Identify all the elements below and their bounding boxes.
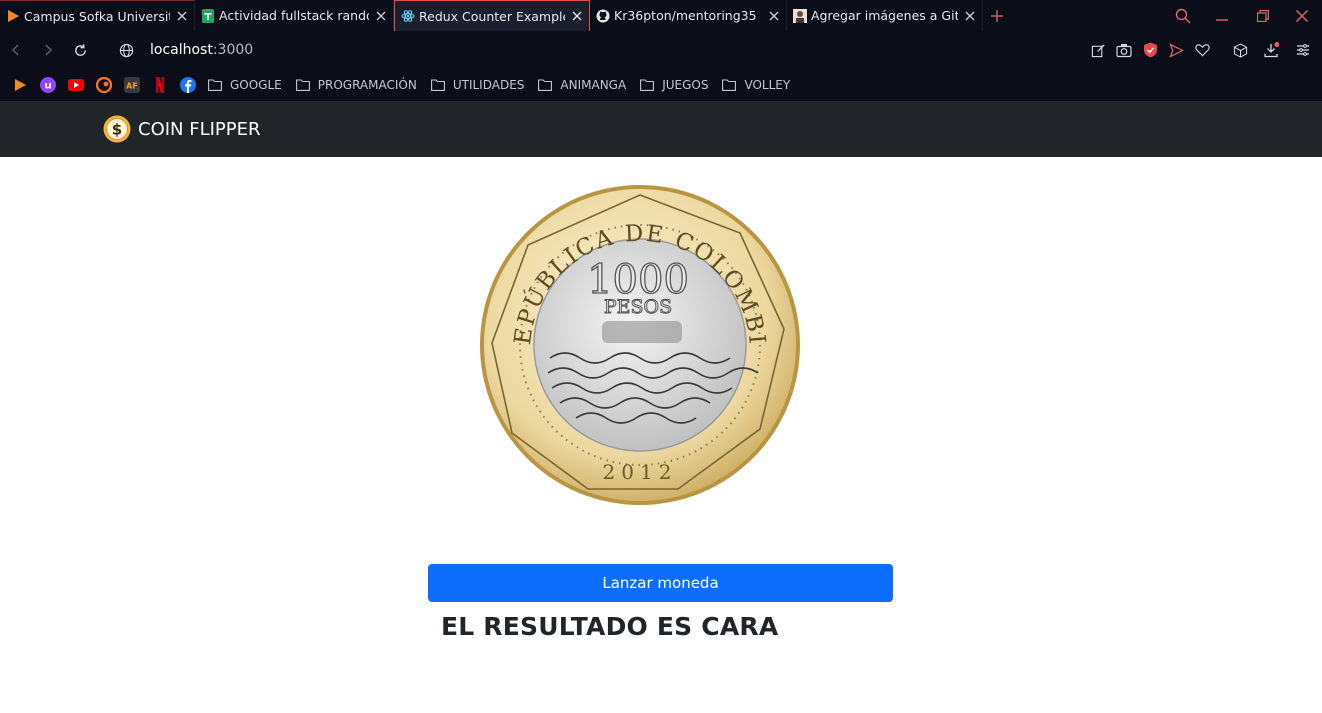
svg-text:AF: AF: [126, 82, 138, 91]
bookmark-folder-label: PROGRAMACIÓN: [317, 78, 417, 92]
crunchyroll-icon[interactable]: [96, 77, 112, 93]
tab-redux-counter[interactable]: Redux Counter Example: [394, 0, 590, 31]
site-info-button[interactable]: [110, 35, 142, 65]
new-tab-button[interactable]: [983, 0, 1011, 31]
tab-title: Redux Counter Example: [419, 8, 565, 24]
tab-agregar-imagenes[interactable]: Agregar imágenes a GitHub: [787, 0, 983, 31]
edit-icon: [1091, 43, 1105, 57]
bookmark-folder-juegos[interactable]: JUEGOS: [640, 78, 708, 92]
url-port: :3000: [212, 42, 254, 58]
downloads-button[interactable]: [1258, 37, 1284, 63]
folder-icon: [295, 79, 310, 91]
svg-text:$: $: [112, 121, 122, 139]
folder-icon: [208, 79, 222, 91]
close-icon[interactable]: [571, 10, 583, 22]
bookmark-folder-label: ANIMANGA: [560, 78, 627, 92]
send-icon: [1168, 42, 1184, 58]
bookmark-folder-label: UTILIDADES: [452, 78, 525, 92]
result-text: EL RESULTADO ES CARA: [441, 612, 779, 641]
tab-title: Kr36pton/mentoring35: [614, 8, 757, 23]
dollar-coin-icon: $: [103, 115, 131, 143]
folder-icon: [640, 79, 655, 91]
youtube-icon[interactable]: [68, 77, 84, 93]
extensions-button[interactable]: [1227, 37, 1253, 63]
search-tabs-button[interactable]: [1163, 0, 1203, 31]
restore-button[interactable]: [1243, 0, 1283, 31]
folder-icon: [722, 79, 737, 91]
my-flow-button[interactable]: [1189, 37, 1215, 63]
bookmark-folder-label: JUEGOS: [662, 78, 709, 92]
easy-setup-button[interactable]: [1290, 37, 1316, 63]
minimize-button[interactable]: [1202, 0, 1242, 31]
bookmark-folder-google[interactable]: GOOGLE: [208, 78, 282, 92]
sliders-icon: [1297, 44, 1309, 56]
app-navbar: $ COIN FLIPPER: [0, 101, 1322, 157]
flip-coin-button[interactable]: Lanzar moneda: [428, 564, 893, 602]
close-icon[interactable]: [375, 10, 387, 22]
play-logo-icon[interactable]: [12, 77, 28, 93]
tab-title: Actividad fullstack random...: [219, 8, 369, 23]
tab-github-mentoring[interactable]: Kr36pton/mentoring35: [590, 0, 787, 31]
facebook-icon[interactable]: [180, 77, 196, 93]
close-icon[interactable]: [768, 10, 780, 22]
arrow-left-icon: [11, 44, 19, 56]
close-icon[interactable]: [176, 10, 188, 22]
avatar-icon: [793, 8, 807, 23]
bookmark-folder-programacion[interactable]: PROGRAMACIÓN: [295, 78, 417, 92]
forward-button[interactable]: [32, 35, 64, 65]
back-button[interactable]: [0, 35, 32, 65]
bookmark-folder-label: VOLLEY: [744, 78, 791, 92]
folder-icon: [538, 79, 553, 91]
arrow-right-icon: [45, 44, 53, 56]
bookmark-folder-utilidades[interactable]: UTILIDADES: [430, 78, 525, 92]
tab-title: Campus Sofka University: [24, 8, 170, 24]
bookmarks-bar: u AF GOOGLE PROGRAMACIÓN UTILIDADES ANIM…: [0, 69, 1322, 101]
flow-button[interactable]: [1163, 37, 1189, 63]
url-field[interactable]: localhost:3000: [150, 42, 253, 58]
globe-icon: [119, 43, 133, 57]
tab-campus-sofka[interactable]: Campus Sofka University: [0, 0, 195, 31]
close-icon[interactable]: [964, 10, 976, 22]
download-icon: [1264, 42, 1279, 58]
coin-image: REPÚBLICA DE COLOMBIA 1000 PESOS 2012: [478, 183, 800, 505]
reload-icon: [74, 43, 86, 56]
sheets-icon: [201, 8, 215, 23]
ad-blocker-button[interactable]: [1137, 37, 1163, 63]
tab-actividad[interactable]: Actividad fullstack random...: [195, 0, 394, 31]
coin-currency: PESOS: [604, 296, 672, 318]
reload-button[interactable]: [64, 35, 96, 65]
camera-icon: [1116, 43, 1132, 57]
restore-icon: [1257, 9, 1269, 22]
animeflv-icon[interactable]: AF: [124, 77, 140, 93]
play-logo-icon: [6, 9, 20, 23]
close-window-button[interactable]: [1282, 0, 1322, 31]
shield-icon: [1143, 42, 1157, 58]
tab-title: Agregar imágenes a GitHub: [811, 8, 958, 23]
bookmark-folder-label: GOOGLE: [230, 78, 282, 92]
tab-strip: Campus Sofka University Actividad fullst…: [0, 0, 1322, 31]
svg-text:u: u: [44, 81, 51, 92]
url-host: localhost: [150, 42, 213, 58]
minimize-icon: [1216, 18, 1228, 21]
coin-year: 2012: [603, 460, 678, 484]
heart-icon: [1194, 44, 1210, 57]
close-icon: [1296, 9, 1308, 22]
react-icon: [401, 9, 415, 23]
brand-link[interactable]: $ COIN FLIPPER: [103, 115, 261, 143]
folder-icon: [430, 79, 445, 91]
plus-icon: [991, 9, 1003, 22]
netflix-icon[interactable]: [152, 77, 168, 93]
edit-page-button[interactable]: [1085, 37, 1111, 63]
search-icon: [1175, 8, 1191, 23]
twitch-icon[interactable]: u: [40, 77, 56, 93]
brand-title: COIN FLIPPER: [138, 118, 261, 140]
snapshot-button[interactable]: [1111, 37, 1137, 63]
bookmark-folder-animanga[interactable]: ANIMANGA: [538, 78, 626, 92]
bookmark-folder-volley[interactable]: VOLLEY: [722, 78, 790, 92]
cube-icon: [1233, 42, 1247, 58]
github-icon: [596, 9, 610, 23]
